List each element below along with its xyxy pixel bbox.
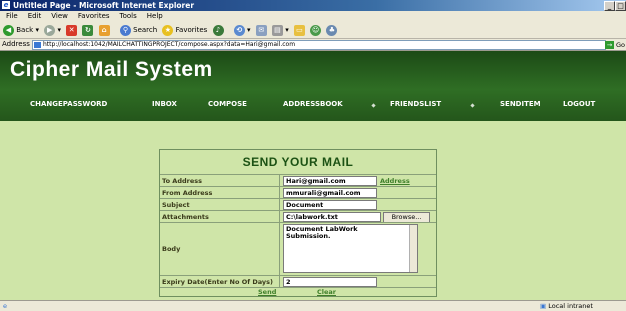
nav-inbox[interactable]: INBOX: [152, 100, 177, 108]
go-button[interactable]: → Go: [605, 40, 625, 51]
form-title: SEND YOUR MAIL: [242, 155, 354, 169]
ie-status-icon: e: [3, 302, 7, 310]
messenger-button[interactable]: ☺: [310, 22, 322, 38]
status-bar: e ▣ Local intranet: [0, 300, 626, 311]
window-titlebar: e Untitled Page - Microsoft Internet Expl…: [0, 0, 626, 11]
refresh-icon: ↻: [82, 24, 94, 36]
address-bar: Address http://localhost:1042/MAILCHATTI…: [0, 39, 626, 51]
home-icon: ⌂: [98, 24, 110, 36]
search-icon: ⚲: [119, 24, 131, 36]
nav-logout[interactable]: LOGOUT: [563, 100, 595, 108]
from-address-input[interactable]: mmurali@gmail.com: [283, 188, 377, 198]
print-button[interactable]: ▤ ▾: [271, 22, 289, 38]
forward-arrow-icon: ▶: [44, 24, 56, 36]
messenger-icon: ☺: [310, 24, 322, 36]
page-content: Cipher Mail System CHANGEPASSWORD INBOX …: [0, 51, 626, 300]
to-address-input[interactable]: Hari@gmail.com: [283, 176, 377, 186]
maximize-button[interactable]: □: [615, 1, 626, 11]
nav-separator: [470, 103, 475, 108]
print-icon: ▤: [271, 24, 283, 36]
mail-button[interactable]: ✉: [255, 22, 267, 38]
menu-view[interactable]: View: [51, 12, 68, 20]
minimize-button[interactable]: _: [604, 1, 615, 11]
expiry-days-input[interactable]: 2: [283, 277, 377, 287]
star-icon: ★: [162, 24, 174, 36]
nav-separator: [371, 103, 376, 108]
folder-icon: ▭: [293, 24, 305, 36]
mail-icon: ✉: [255, 24, 267, 36]
site-header: Cipher Mail System CHANGEPASSWORD INBOX …: [0, 51, 626, 121]
menu-file[interactable]: File: [6, 12, 18, 20]
site-logo: Cipher Mail System: [10, 58, 213, 81]
page-icon: [34, 42, 41, 48]
nav-friendslist[interactable]: FRIENDSLIST: [390, 100, 441, 108]
standard-toolbar: ◀ Back ▾ ▶ ▾ ✕ ↻ ⌂ ⚲ Search ★ Favorites …: [0, 22, 626, 39]
body-text: Document LabWork Submission.: [286, 225, 358, 240]
address-input[interactable]: http://localhost:1042/MAILCHATTINGPROJEC…: [32, 40, 606, 50]
attachment-path-input[interactable]: C:\labwork.txt: [283, 212, 381, 222]
main-nav: CHANGEPASSWORD INBOX COMPOSE ADDRESSBOOK…: [0, 97, 626, 111]
people-icon: ♣: [326, 24, 338, 36]
history-button[interactable]: ⟲ ▾: [233, 22, 251, 38]
menu-tools[interactable]: Tools: [120, 12, 137, 20]
refresh-button[interactable]: ↻: [82, 22, 94, 38]
body-label: Body: [160, 223, 280, 276]
history-icon: ⟲: [233, 24, 245, 36]
menu-edit[interactable]: Edit: [28, 12, 42, 20]
people-button[interactable]: ♣: [326, 22, 338, 38]
clear-link[interactable]: Clear: [317, 288, 336, 296]
ie-logo-icon: e: [2, 1, 10, 9]
back-button[interactable]: ◀ Back ▾: [3, 22, 39, 38]
send-link[interactable]: Send: [258, 288, 276, 296]
media-icon: ♪: [212, 24, 224, 36]
search-button[interactable]: ⚲ Search: [119, 22, 157, 38]
body-row: Body Document LabWork Submission.: [160, 222, 436, 276]
actions-row: Send Clear: [160, 287, 436, 297]
send-mail-form: SEND YOUR MAIL To Address Hari@gmail.com…: [159, 149, 437, 297]
go-arrow-icon: →: [605, 41, 614, 49]
edit-button[interactable]: ▭: [293, 22, 305, 38]
home-button[interactable]: ⌂: [98, 22, 110, 38]
subject-input[interactable]: Document: [283, 200, 377, 210]
favorites-button[interactable]: ★ Favorites: [162, 22, 207, 38]
nav-compose[interactable]: COMPOSE: [208, 100, 247, 108]
stop-icon: ✕: [66, 24, 78, 36]
menu-favorites[interactable]: Favorites: [78, 12, 110, 20]
nav-changepassword[interactable]: CHANGEPASSWORD: [30, 100, 107, 108]
textarea-scrollbar[interactable]: [409, 225, 417, 272]
body-textarea[interactable]: Document LabWork Submission.: [283, 224, 418, 273]
address-url: http://localhost:1042/MAILCHATTINGPROJEC…: [43, 41, 296, 48]
nav-senditem[interactable]: SENDITEM: [500, 100, 541, 108]
menu-help[interactable]: Help: [147, 12, 163, 20]
nav-addressbook[interactable]: ADDRESSBOOK: [283, 100, 343, 108]
forward-button[interactable]: ▶ ▾: [44, 22, 61, 38]
window-title: Untitled Page - Microsoft Internet Explo…: [13, 1, 195, 10]
stop-button[interactable]: ✕: [66, 22, 78, 38]
media-button[interactable]: ♪: [212, 22, 224, 38]
address-link[interactable]: Address: [380, 177, 410, 185]
address-label: Address: [2, 40, 30, 48]
back-arrow-icon: ◀: [3, 24, 14, 36]
intranet-icon: ▣: [540, 302, 547, 310]
